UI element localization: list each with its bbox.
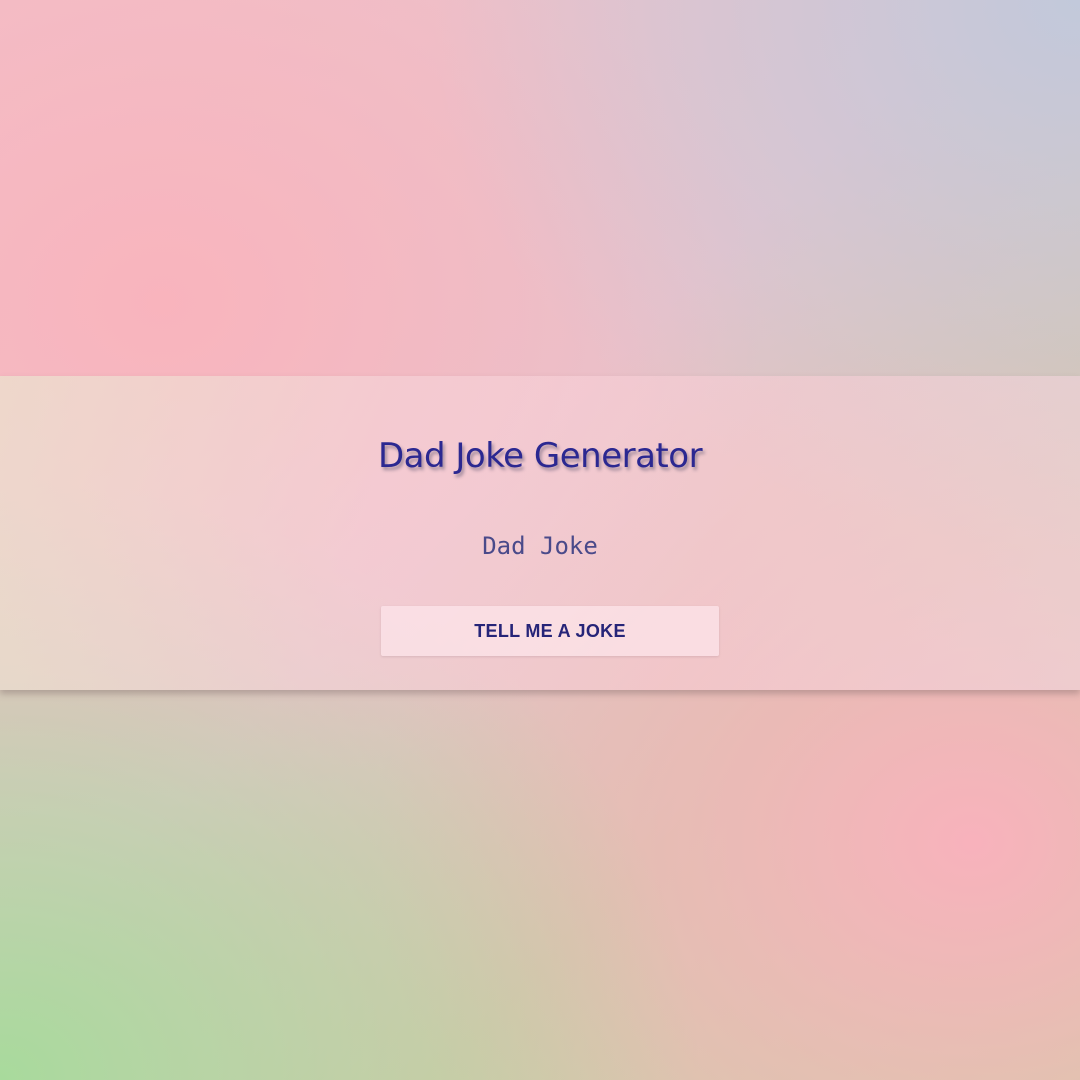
page-title: Dad Joke Generator: [377, 436, 703, 476]
joke-text: Dad Joke: [482, 532, 598, 560]
joke-card: Dad Joke Generator Dad Joke TELL ME A JO…: [0, 376, 1080, 690]
tell-joke-button[interactable]: TELL ME A JOKE: [381, 606, 719, 656]
